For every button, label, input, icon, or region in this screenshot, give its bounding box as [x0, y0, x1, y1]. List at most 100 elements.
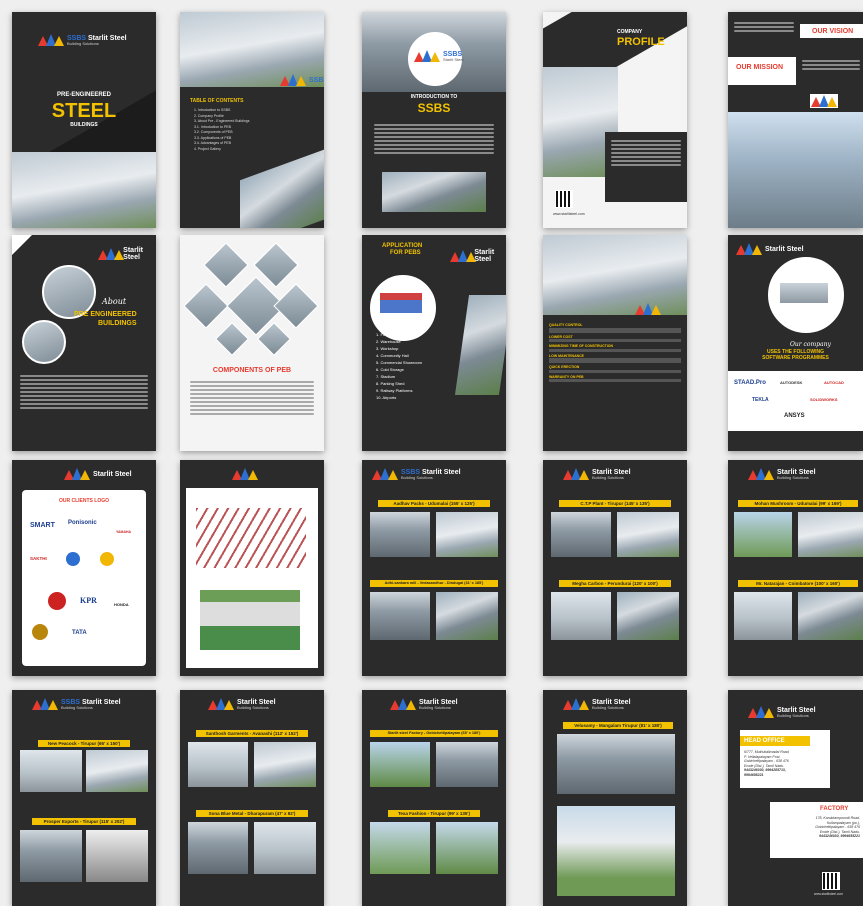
client-logo-mark [100, 552, 114, 566]
page-profile[interactable]: COMPANY PROFILE www.starlitsteel.com [543, 12, 687, 228]
project-caption: C.T.P Plant - Tirupur (145' x 135') [559, 500, 671, 507]
brand-logo: Starlit Steel Building Solutions [563, 468, 631, 480]
head-office-address: 6/777, Muthukalimadai Road, P. Vellalapal… [744, 750, 790, 777]
project-photo [617, 512, 679, 557]
project-caption: Texa Fashion - Tirupur (99' x 135') [388, 810, 480, 817]
client-logo-yamaha: YAMAHA [116, 530, 132, 534]
cover-line2: STEEL [51, 100, 117, 122]
mission-text [802, 60, 860, 72]
page-project-7[interactable]: Starlit Steel Building Solutions Velusamy… [543, 690, 687, 906]
page-drawings[interactable] [180, 460, 324, 676]
project-caption: Starlit steel Factory - Gobichettipalaya… [370, 730, 498, 737]
about-line2: BUILDINGS [98, 320, 137, 327]
project-photo [20, 830, 82, 882]
factory-title: FACTORY [820, 806, 849, 812]
diamond-photo [183, 283, 229, 329]
brand-logo: Starlit Steel [736, 243, 804, 255]
page-project-4[interactable]: SSBS Starlit Steel Building Solutions New… [12, 690, 156, 906]
diamond-photo [215, 322, 249, 356]
cover-photo [12, 152, 156, 228]
software-script: Our company [790, 341, 831, 348]
toc-title: TABLE OF CONTENTS [190, 98, 244, 104]
page-about-peb[interactable]: Starlit Steel About PRE ENGINEERED BUILD… [12, 235, 156, 451]
project-photo [436, 742, 498, 787]
client-logo-mark [48, 592, 66, 610]
applications-list: 1. Factory 2. Warehouse 3. Workshop 4. Com… [376, 332, 423, 400]
project-caption: Aadhav Packs - Udumalai (155' x 125') [378, 500, 490, 507]
project-photo [20, 750, 82, 792]
intro-body-text [374, 124, 494, 156]
project-caption: Sona Blue Metal - Dharapuram (47' x 92') [196, 810, 308, 817]
software-logo-autodesk: AUTODESK [780, 380, 803, 385]
page-project-1[interactable]: SSBS Starlit Steel Building Solutions Aad… [362, 460, 506, 676]
page-intro[interactable]: SSBS Starlit Steel INTRODUCTION TO SSBS [362, 12, 506, 228]
project-caption: Mr. Natarajan - Coimbatore (100' x 160') [738, 580, 858, 587]
client-logo-smart: SMART [30, 522, 55, 529]
about-line1: PRE ENGINEERED [74, 311, 137, 318]
about-body-text [20, 375, 148, 411]
app-building-diagram [380, 293, 422, 313]
page-clients[interactable]: Starlit Steel OUR CLIENTS LOGO SMART Pon… [12, 460, 156, 676]
brand-logo: Starlit Steel Building Solutions [208, 698, 276, 710]
page-cover[interactable]: SSBS Starlit Steel Building Solutions PRE… [12, 12, 156, 228]
software-logo-tekla: TEKLA [752, 397, 769, 403]
project-photo [86, 830, 148, 882]
project-photo [370, 592, 430, 640]
page-toc[interactable]: SSBS TABLE OF CONTENTS 1. Introduction t… [180, 12, 324, 228]
brand-logo: SSBS Starlit Steel [414, 50, 463, 62]
page-contact[interactable]: Starlit Steel Building Solutions HEAD OFF… [728, 690, 863, 906]
page-vision[interactable]: OUR VISION OUR MISSION [728, 12, 863, 228]
client-logo-honda: HONDA [114, 602, 129, 607]
client-logo-sakthi: SAKTHI [30, 556, 47, 561]
project-photo [436, 592, 498, 640]
project-caption: Prosper Exports - Tirupur (115' x 202') [32, 818, 136, 825]
software-line2: SOFTWARE PROGRAMMES [762, 355, 829, 361]
project-caption: Adhi-sankara mill - Vedasandhur - Dindug… [370, 580, 498, 587]
project-photo [734, 592, 792, 640]
page-software[interactable]: Starlit Steel Our company USES THE FOLLO… [728, 235, 863, 451]
brand-logo: Starlit Steel [98, 247, 156, 261]
head-office-title: HEAD OFFICE [744, 738, 785, 744]
brand-logo: Starlit Steel Building Solutions [748, 468, 816, 480]
profile-title1: COMPANY [617, 29, 643, 35]
about-photo-circle-2 [22, 320, 66, 364]
building-render [200, 590, 300, 650]
page-project-3[interactable]: Starlit Steel Building Solutions Mohan Mu… [728, 460, 863, 676]
intro-title1: INTRODUCTION TO [410, 94, 458, 100]
brand-logo: SSBS Starlit Steel Building Solutions [32, 698, 121, 710]
software-logo-ansys: ANSYS [784, 413, 805, 419]
brand-logo: Starlit Steel [450, 249, 506, 263]
brand-logo: Starlit Steel Building Solutions [748, 706, 816, 718]
page-project-2[interactable]: Starlit Steel Building Solutions C.T.P Pl… [543, 460, 687, 676]
intro-title2: SSBS [417, 101, 451, 115]
client-logo-mark [32, 624, 48, 640]
brand-logo: Starlit Steel Building Solutions [390, 698, 458, 710]
mission-box [728, 57, 796, 85]
components-title: COMPONENTS OF PEB [212, 367, 292, 374]
project-photo [436, 822, 498, 874]
profile-body-text [611, 140, 681, 168]
software-logo-solidworks: SOLIDWORKS [810, 397, 838, 402]
brand-logo [635, 303, 661, 315]
page-components[interactable]: COMPONENTS OF PEB [180, 235, 324, 451]
project-photo [188, 742, 248, 787]
project-photo [188, 822, 248, 874]
brand-logo: Starlit Steel Building Solutions [563, 698, 631, 710]
qr-code-icon [555, 190, 573, 208]
profile-website: www.starlitsteel.com [553, 212, 585, 216]
client-logo-ponisonic: Ponisonic [68, 520, 97, 526]
page-advantages[interactable]: QUALITY CONTROL LOWER COST MINIMIZING TI… [543, 235, 687, 451]
project-photo [617, 592, 679, 640]
vision-text [734, 22, 794, 34]
app-title1: APPLICATION [382, 243, 423, 249]
client-logo-mark [66, 552, 80, 566]
project-photo [254, 742, 316, 787]
page-applications[interactable]: APPLICATION FOR PEBS Starlit Steel 1. Fa… [362, 235, 506, 451]
factory-address: 178, Karukkampoondi Road, Kullampalayam (… [815, 816, 860, 839]
cover-line3: BUILDINGS [70, 122, 98, 128]
project-photo [254, 822, 316, 874]
toc-list: 1. Introduction to SSBS 2. Company Profil… [194, 108, 250, 151]
page-project-6[interactable]: Starlit Steel Building Solutions Starlit … [362, 690, 506, 906]
page-project-5[interactable]: Starlit Steel Building Solutions Santhosh… [180, 690, 324, 906]
cover-line1: PRE-ENGINEERED [56, 92, 111, 98]
